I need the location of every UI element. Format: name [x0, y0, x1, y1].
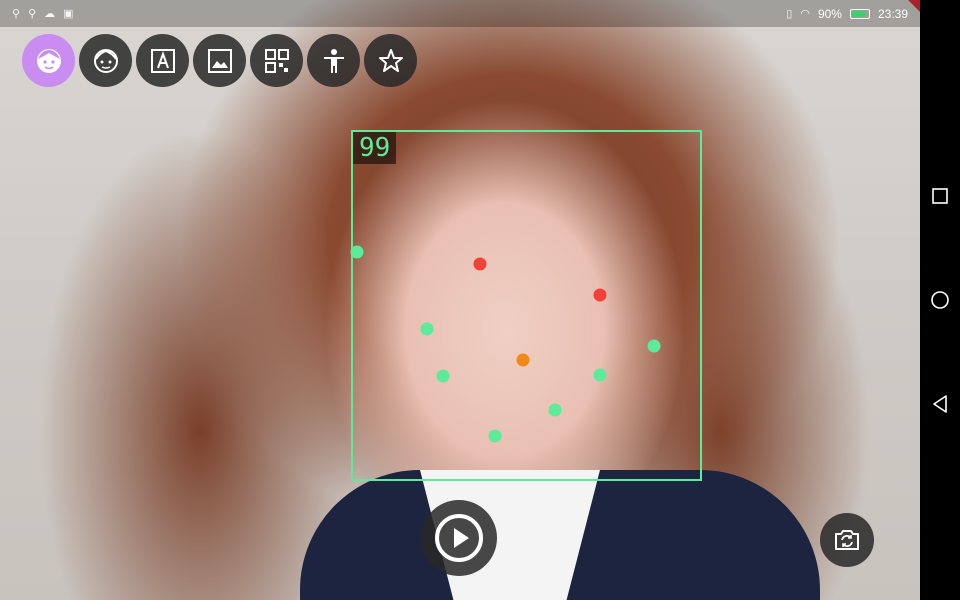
qr-code-icon — [264, 48, 289, 73]
landmark-mouth-right — [548, 403, 562, 417]
status-bar-left: ⚲ ⚲ ☁ ▣ — [12, 7, 74, 20]
text-recognition-button[interactable] — [136, 34, 189, 87]
landmark-left-eye — [473, 257, 487, 271]
landmark-right-eye — [593, 288, 607, 302]
star-icon — [378, 48, 403, 72]
pose-detection-button[interactable] — [307, 34, 360, 87]
face-detection-button[interactable] — [22, 34, 75, 87]
wifi-icon: ◠ — [800, 8, 810, 20]
landmark-right-ear — [647, 339, 661, 353]
landmark-left-ear — [350, 245, 364, 259]
home-button[interactable] — [928, 288, 952, 312]
face-icon — [36, 48, 61, 73]
play-button[interactable] — [421, 500, 497, 576]
switch-camera-button[interactable] — [820, 513, 874, 567]
image-icon — [207, 48, 232, 73]
back-icon — [933, 395, 947, 413]
clock: 23:39 — [877, 6, 908, 21]
face-bounding-box: 99 — [351, 130, 702, 481]
usb-icon: ⚲ — [28, 8, 37, 20]
face-contour-button[interactable] — [79, 34, 132, 87]
play-icon — [435, 514, 483, 562]
status-bar-right: ▯ ◠ 90% 23:39 — [786, 7, 908, 21]
switch-camera-icon — [835, 530, 859, 550]
landmark-nose — [516, 353, 530, 367]
recents-button[interactable] — [928, 184, 952, 208]
text-icon — [150, 48, 175, 73]
recents-icon — [932, 188, 948, 204]
navigation-bar — [920, 0, 960, 600]
face-outline-icon — [93, 48, 118, 73]
landmark-mouth-bottom — [488, 429, 502, 443]
vibrate-icon: ▯ — [786, 8, 793, 20]
face-confidence-score: 99 — [353, 132, 397, 164]
gallery-icon: ▣ — [63, 8, 74, 20]
barcode-scanning-button[interactable] — [250, 34, 303, 87]
status-bar: ⚲ ⚲ ☁ ▣ ▯ ◠ 90% 23:39 — [0, 0, 920, 27]
landmark-left-cheek — [420, 322, 434, 336]
detector-toolbar — [22, 34, 417, 87]
battery-percent: 90% — [817, 6, 842, 21]
cloud-icon: ☁ — [44, 8, 56, 20]
landmark-right-cheek — [593, 368, 607, 382]
back-button[interactable] — [928, 392, 952, 416]
person-icon — [323, 48, 344, 73]
favorites-button[interactable] — [364, 34, 417, 87]
home-icon — [931, 291, 949, 309]
usb-icon: ⚲ — [12, 8, 21, 20]
battery-icon — [849, 8, 870, 19]
landmark-mouth-left — [436, 369, 450, 383]
image-labeling-button[interactable] — [193, 34, 246, 87]
